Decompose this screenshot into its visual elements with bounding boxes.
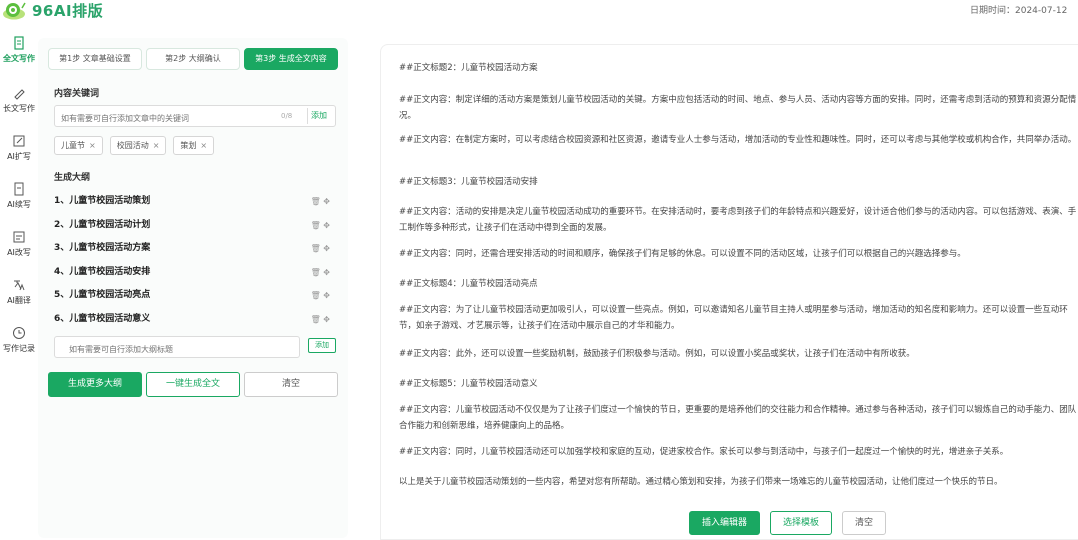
keyword-tag: 校园活动 × [109, 136, 167, 155]
article-paragraph: ##正文内容：制定详细的活动方案是策划儿童节校园活动的关键。方案中应包括活动的时… [399, 95, 1077, 121]
outline-label: 生成大纲 [54, 173, 91, 183]
trash-icon[interactable]: 🗑 [311, 221, 321, 230]
nav-label: AI改写 [7, 248, 31, 257]
nav-label: AI扩写 [7, 152, 31, 161]
step-tabs: 第1步 文章基础设置 第2步 大纲确认 第3步 生成全文内容 [48, 48, 338, 70]
date-label: 日期时间：2024-07-12 [970, 6, 1068, 16]
outline-item-text: 5、儿童节校园活动亮点 [54, 290, 151, 300]
keyword-count: 0/8 [281, 112, 293, 120]
drag-handle-icon[interactable]: ✥ [323, 244, 330, 253]
nav-item-rewrite[interactable]: AI改写 [0, 230, 38, 270]
document-icon [14, 36, 24, 50]
panel-actions: 生成更多大纲 一键生成全文 清空 [48, 372, 338, 397]
clock-icon [13, 327, 25, 339]
close-icon[interactable]: × [89, 141, 96, 150]
article-paragraph: ##正文内容：此外，还可以设置一些奖励机制，鼓励孩子们积极参与活动。例如，可以设… [399, 349, 915, 359]
outline-item[interactable]: 2、儿童节校园活动计划 🗑 ✥ [54, 214, 336, 238]
brand-logo[interactable]: 96AI排版 [2, 0, 103, 21]
generate-more-outline-button[interactable]: 生成更多大纲 [48, 372, 142, 397]
clear-button[interactable]: 清空 [244, 372, 338, 397]
outline-item[interactable]: 5、儿童节校园活动亮点 🗑 ✥ [54, 284, 336, 308]
article-paragraph: ##正文标题5：儿童节校园活动意义 [399, 379, 538, 389]
nav-label: 全文写作 [3, 54, 35, 63]
translate-icon [14, 280, 25, 291]
trash-icon[interactable]: 🗑 [311, 244, 321, 253]
tab-step-1[interactable]: 第1步 文章基础设置 [48, 48, 142, 70]
keyword-tag: 儿童节 × [54, 136, 103, 155]
add-outline-button[interactable]: 添加 [308, 338, 336, 353]
trash-icon[interactable]: 🗑 [311, 315, 321, 324]
continue-icon [14, 182, 24, 196]
outline-item[interactable]: 4、儿童节校园活动安排 🗑 ✥ [54, 261, 336, 285]
add-keyword-button[interactable]: 添加 [307, 108, 327, 124]
article-paragraph: ##正文内容：同时，还需合理安排活动的时间和顺序，确保孩子们有足够的休息。可以设… [399, 249, 966, 259]
nav-label: 长文写作 [3, 104, 35, 113]
close-icon[interactable]: × [153, 141, 160, 150]
tag-label: 策划 [180, 141, 197, 150]
edit-icon [13, 135, 25, 147]
article-paragraph: ##正文内容：同时，儿童节校园活动还可以加强学校和家庭的互动，促进家校合作。家长… [399, 447, 1009, 457]
new-outline-input[interactable] [55, 339, 291, 360]
nav-item-expand[interactable]: AI扩写 [0, 134, 38, 174]
trash-icon[interactable]: 🗑 [311, 268, 321, 277]
drag-handle-icon[interactable]: ✥ [323, 221, 330, 230]
choose-template-button[interactable]: 选择模板 [770, 511, 833, 535]
nav-label: AI续写 [7, 200, 31, 209]
one-click-generate-button[interactable]: 一键生成全文 [146, 372, 240, 397]
trash-icon[interactable]: 🗑 [311, 291, 321, 300]
article-content: ##正文标题2：儿童节校园活动方案 ##正文内容：制定详细的活动方案是策划儿童节… [380, 44, 1078, 540]
article-paragraph: ##正文标题2：儿童节校园活动方案 [399, 63, 538, 73]
outline-item[interactable]: 3、儿童节校园活动方案 🗑 ✥ [54, 237, 336, 261]
rewrite-icon [13, 231, 25, 243]
article-paragraph: ##正文内容：在制定方案时，可以考虑结合校园资源和社区资源，邀请专业人士参与活动… [399, 135, 1077, 145]
keyword-tag: 策划 × [173, 136, 215, 155]
nav-item-continue[interactable]: AI续写 [0, 182, 38, 222]
outline-item[interactable]: 1、儿童节校园活动策划 🗑 ✥ [54, 190, 336, 214]
keywords-label: 内容关键词 [54, 89, 100, 99]
nav-item-long-writing[interactable]: 长文写作 [0, 86, 38, 126]
clear-article-button[interactable]: 清空 [842, 511, 887, 535]
tab-step-3[interactable]: 第3步 生成全文内容 [244, 48, 338, 70]
insert-editor-button[interactable]: 插入编辑器 [689, 511, 761, 535]
left-nav: 全文写作 长文写作 AI扩写 AI续写 AI改写 AI翻译 写作记录 [0, 24, 38, 540]
new-outline-input-box [54, 336, 300, 360]
tag-label: 校园活动 [116, 141, 149, 150]
nav-label: 写作记录 [3, 344, 35, 353]
outline-item-text: 2、儿童节校园活动计划 [54, 219, 151, 230]
outline-item[interactable]: 6、儿童节校园活动意义 🗑 ✥ [54, 308, 336, 332]
outline-list: 1、儿童节校园活动策划 🗑 ✥ 2、儿童节校园活动计划 🗑 ✥ 3、儿童节校园活动方… [54, 190, 336, 331]
close-icon[interactable]: × [200, 141, 207, 150]
keyword-tags: 儿童节 × 校园活动 × 策划 × [54, 136, 215, 155]
outline-item-text: 1、儿童节校园活动策划 [54, 196, 151, 206]
article-actions: 插入编辑器 选择模板 清空 [689, 511, 887, 535]
settings-panel: 第1步 文章基础设置 第2步 大纲确认 第3步 生成全文内容 内容关键词 0/8… [38, 38, 348, 538]
article-paragraph: ##正文内容：活动的安排是决定儿童节校园活动成功的重要环节。在安排活动时，要考虑… [399, 207, 1077, 233]
snail-logo-icon [3, 2, 26, 19]
nav-item-full-writing[interactable]: 全文写作 [0, 36, 38, 76]
article-paragraph: ##正文内容：为了让儿童节校园活动更加吸引人，可以设置一些亮点。例如，可以邀请知… [399, 305, 1068, 331]
nav-label: AI翻译 [7, 296, 31, 305]
nav-item-history[interactable]: 写作记录 [0, 326, 38, 366]
outline-item-text: 3、儿童节校园活动方案 [54, 243, 151, 253]
article-paragraph: ##正文内容：儿童节校园活动不仅仅是为了让孩子们度过一个愉快的节日，更重要的是培… [399, 405, 1077, 431]
drag-handle-icon[interactable]: ✥ [323, 315, 330, 324]
outline-item-text: 4、儿童节校园活动安排 [54, 266, 151, 277]
article-paragraph: ##正文标题3：儿童节校园活动安排 [399, 177, 538, 187]
drag-handle-icon[interactable]: ✥ [323, 291, 330, 300]
pen-icon [14, 89, 25, 100]
nav-item-translate[interactable]: AI翻译 [0, 278, 38, 318]
keyword-input[interactable] [55, 108, 265, 129]
top-header: 96AI排版 日期时间：2024-07-12 [0, 0, 1078, 24]
drag-handle-icon[interactable]: ✥ [323, 268, 330, 277]
trash-icon[interactable]: 🗑 [311, 197, 321, 206]
article-paragraph: ##正文标题4：儿童节校园活动亮点 [399, 279, 538, 289]
tab-step-2[interactable]: 第2步 大纲确认 [146, 48, 240, 70]
tag-label: 儿童节 [61, 141, 85, 150]
keyword-input-box: 0/8 添加 [54, 105, 336, 129]
drag-handle-icon[interactable]: ✥ [323, 197, 330, 206]
article-paragraph: 以上是关于儿童节校园活动策划的一些内容，希望对您有所帮助。通过精心策划和安排，为… [399, 477, 1003, 487]
brand-name: 96AI排版 [32, 2, 104, 20]
outline-item-text: 6、儿童节校园活动意义 [54, 313, 151, 324]
